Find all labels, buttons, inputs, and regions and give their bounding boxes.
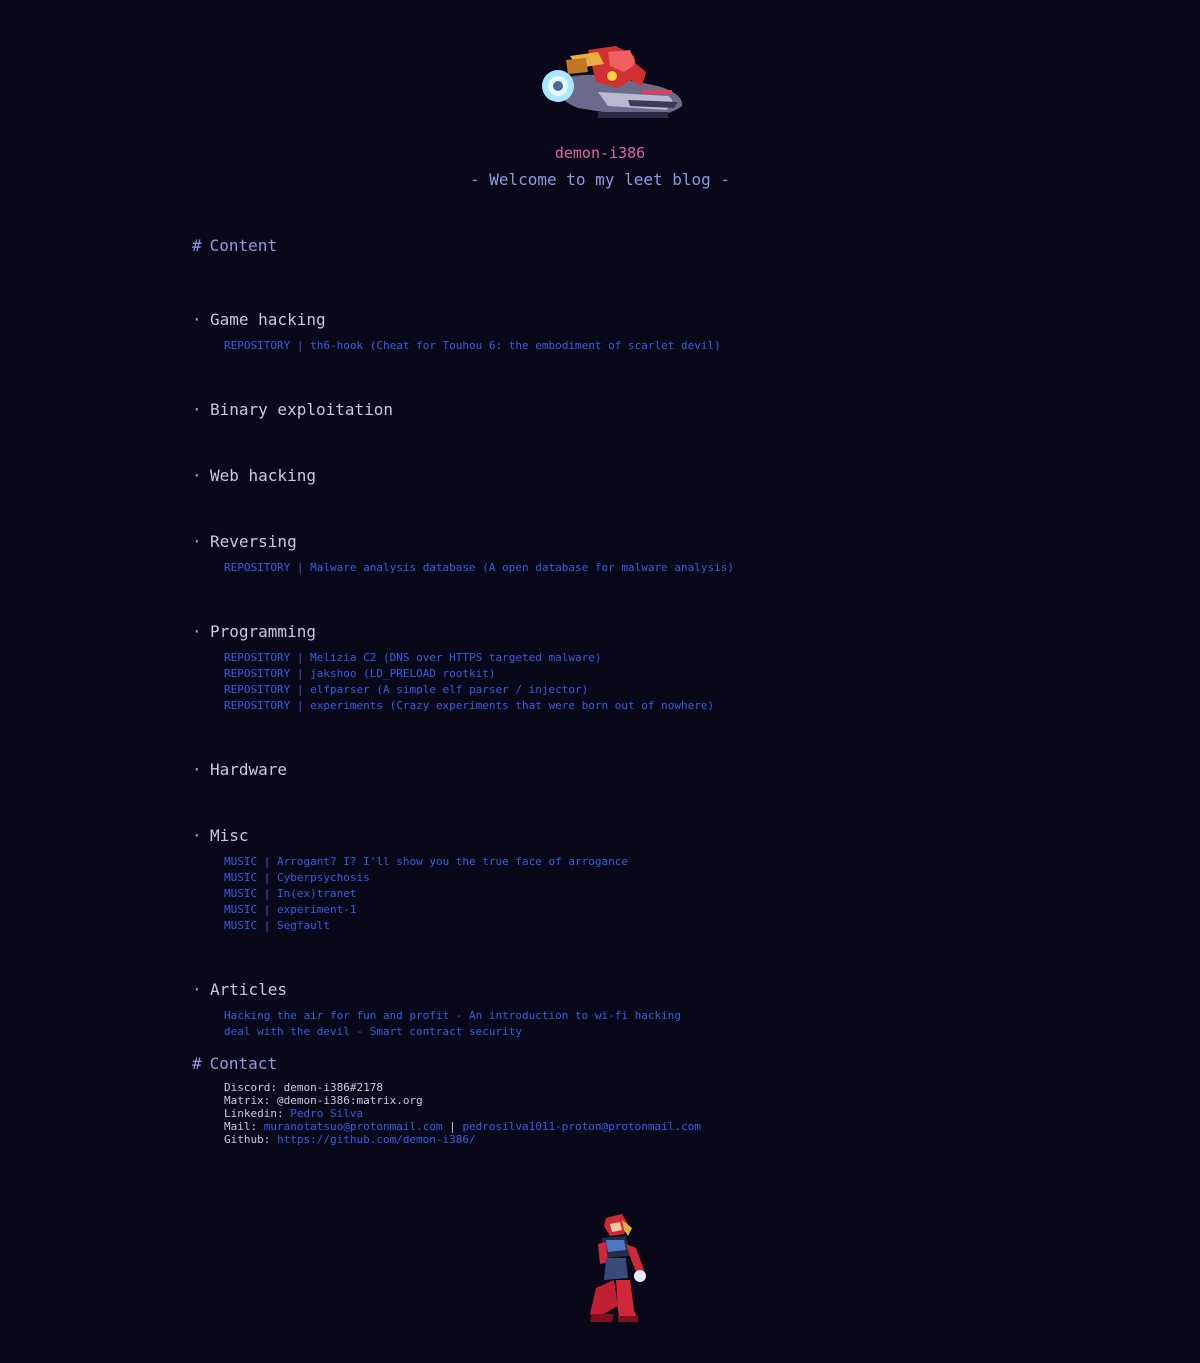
mail-link-2[interactable]: pedrosilva1011-proton@protonmail.com bbox=[462, 1120, 700, 1133]
repository-link[interactable]: REPOSITORY | jakshoo (LD_PRELOAD rootkit… bbox=[224, 667, 496, 680]
bullet-icon: · bbox=[192, 310, 202, 329]
section-programming: · Programming bbox=[192, 622, 316, 641]
site-tagline: - Welcome to my leet blog - bbox=[469, 170, 731, 189]
list-item: REPOSITORY | Malware analysis database (… bbox=[224, 560, 734, 576]
zero-sprite-icon bbox=[590, 1214, 646, 1322]
contact-heading-label: Contact bbox=[209, 1054, 278, 1073]
link-list-misc: MUSIC | Arrogant? I? I'll show you the t… bbox=[224, 854, 628, 934]
bullet-icon: · bbox=[192, 980, 202, 999]
mail-link-1[interactable]: muranotatsuo@protonmail.com bbox=[264, 1120, 443, 1133]
github-link[interactable]: https://github.com/demon-i386/ bbox=[277, 1133, 476, 1146]
link-list-reversing: REPOSITORY | Malware analysis database (… bbox=[224, 560, 734, 576]
matrix-handle: @demon-i386:matrix.org bbox=[276, 1094, 423, 1107]
list-item: REPOSITORY | Melizia C2 (DNS over HTTPS … bbox=[224, 650, 714, 666]
section-web-hacking: · Web hacking bbox=[192, 466, 316, 485]
section-binary-exploitation: · Binary exploitation bbox=[192, 400, 393, 419]
article-link[interactable]: Hacking the air for fun and profit - An … bbox=[224, 1009, 681, 1022]
music-link[interactable]: MUSIC | In(ex)tranet bbox=[224, 887, 356, 900]
contact-github: Github: https://github.com/demon-i386/ bbox=[224, 1133, 701, 1146]
contact-mail: Mail: muranotatsuo@protonmail.com | pedr… bbox=[224, 1120, 701, 1133]
contact-list: Discord: demon-i386#2178 Matrix: @demon-… bbox=[224, 1081, 701, 1146]
section-title: Hardware bbox=[210, 760, 288, 779]
contact-label: Github: bbox=[224, 1133, 277, 1146]
list-item: REPOSITORY | experiments (Crazy experime… bbox=[224, 698, 714, 714]
list-item: REPOSITORY | th6-hook (Cheat for Touhou … bbox=[224, 338, 721, 354]
contact-heading-hash: # bbox=[192, 1054, 202, 1073]
section-articles: · Articles bbox=[192, 980, 287, 999]
music-link[interactable]: MUSIC | Segfault bbox=[224, 919, 330, 932]
repository-link[interactable]: REPOSITORY | th6-hook (Cheat for Touhou … bbox=[224, 339, 721, 352]
repository-link[interactable]: REPOSITORY | Malware analysis database (… bbox=[224, 561, 734, 574]
section-title: Game hacking bbox=[210, 310, 326, 329]
bullet-icon: · bbox=[192, 466, 202, 485]
contact-label: Matrix: bbox=[224, 1094, 277, 1107]
section-title: Misc bbox=[210, 826, 249, 845]
bullet-icon: · bbox=[192, 826, 202, 845]
section-title: Web hacking bbox=[210, 466, 316, 485]
article-link[interactable]: deal with the devil - Smart contract sec… bbox=[224, 1025, 522, 1038]
section-title: Reversing bbox=[210, 532, 297, 551]
discord-handle: demon-i386#2178 bbox=[283, 1081, 383, 1094]
section-game-hacking: · Game hacking bbox=[192, 310, 326, 329]
section-title: Programming bbox=[210, 622, 316, 641]
list-item: MUSIC | In(ex)tranet bbox=[224, 886, 628, 902]
list-item: MUSIC | Arrogant? I? I'll show you the t… bbox=[224, 854, 628, 870]
repository-link[interactable]: REPOSITORY | experiments (Crazy experime… bbox=[224, 699, 714, 712]
contact-label: Discord: bbox=[224, 1081, 284, 1094]
contact-matrix: Matrix: @demon-i386:matrix.org bbox=[224, 1094, 701, 1107]
ride-chaser-sprite-icon bbox=[542, 46, 683, 118]
list-item: MUSIC | Segfault bbox=[224, 918, 628, 934]
mail-separator: | bbox=[442, 1120, 463, 1133]
contact-label: Mail: bbox=[224, 1120, 264, 1133]
list-item: REPOSITORY | elfparser (A simple elf par… bbox=[224, 682, 714, 698]
contact-discord: Discord: demon-i386#2178 bbox=[224, 1081, 701, 1094]
link-list-articles: Hacking the air for fun and profit - An … bbox=[224, 1008, 681, 1040]
link-list-programming: REPOSITORY | Melizia C2 (DNS over HTTPS … bbox=[224, 650, 714, 714]
content-heading-hash: # bbox=[192, 236, 202, 255]
section-title: Articles bbox=[210, 980, 288, 999]
bullet-icon: · bbox=[192, 622, 202, 641]
list-item: REPOSITORY | jakshoo (LD_PRELOAD rootkit… bbox=[224, 666, 714, 682]
linkedin-link[interactable]: Pedro Silva bbox=[290, 1107, 363, 1120]
contact-label: Linkedin: bbox=[224, 1107, 291, 1120]
music-link[interactable]: MUSIC | Cyberpsychosis bbox=[224, 871, 370, 884]
list-item: MUSIC | experiment-1 bbox=[224, 902, 628, 918]
section-misc: · Misc bbox=[192, 826, 249, 845]
repository-link[interactable]: REPOSITORY | Melizia C2 (DNS over HTTPS … bbox=[224, 651, 602, 664]
music-link[interactable]: MUSIC | Arrogant? I? I'll show you the t… bbox=[224, 855, 628, 868]
repository-link[interactable]: REPOSITORY | elfparser (A simple elf par… bbox=[224, 683, 588, 696]
contact-linkedin: Linkedin: Pedro Silva bbox=[224, 1107, 701, 1120]
bullet-icon: · bbox=[192, 400, 202, 419]
bullet-icon: · bbox=[192, 760, 202, 779]
section-title: Binary exploitation bbox=[210, 400, 394, 419]
contact-heading: # Contact bbox=[192, 1054, 277, 1073]
list-item: MUSIC | Cyberpsychosis bbox=[224, 870, 628, 886]
section-hardware: · Hardware bbox=[192, 760, 287, 779]
link-list-game-hacking: REPOSITORY | th6-hook (Cheat for Touhou … bbox=[224, 338, 721, 354]
site-name: demon-i386 bbox=[554, 144, 646, 162]
content-heading-label: Content bbox=[209, 236, 278, 255]
music-link[interactable]: MUSIC | experiment-1 bbox=[224, 903, 356, 916]
bullet-icon: · bbox=[192, 532, 202, 551]
section-reversing: · Reversing bbox=[192, 532, 297, 551]
content-heading: # Content bbox=[192, 236, 277, 255]
list-item: deal with the devil - Smart contract sec… bbox=[224, 1024, 681, 1040]
list-item: Hacking the air for fun and profit - An … bbox=[224, 1008, 681, 1024]
